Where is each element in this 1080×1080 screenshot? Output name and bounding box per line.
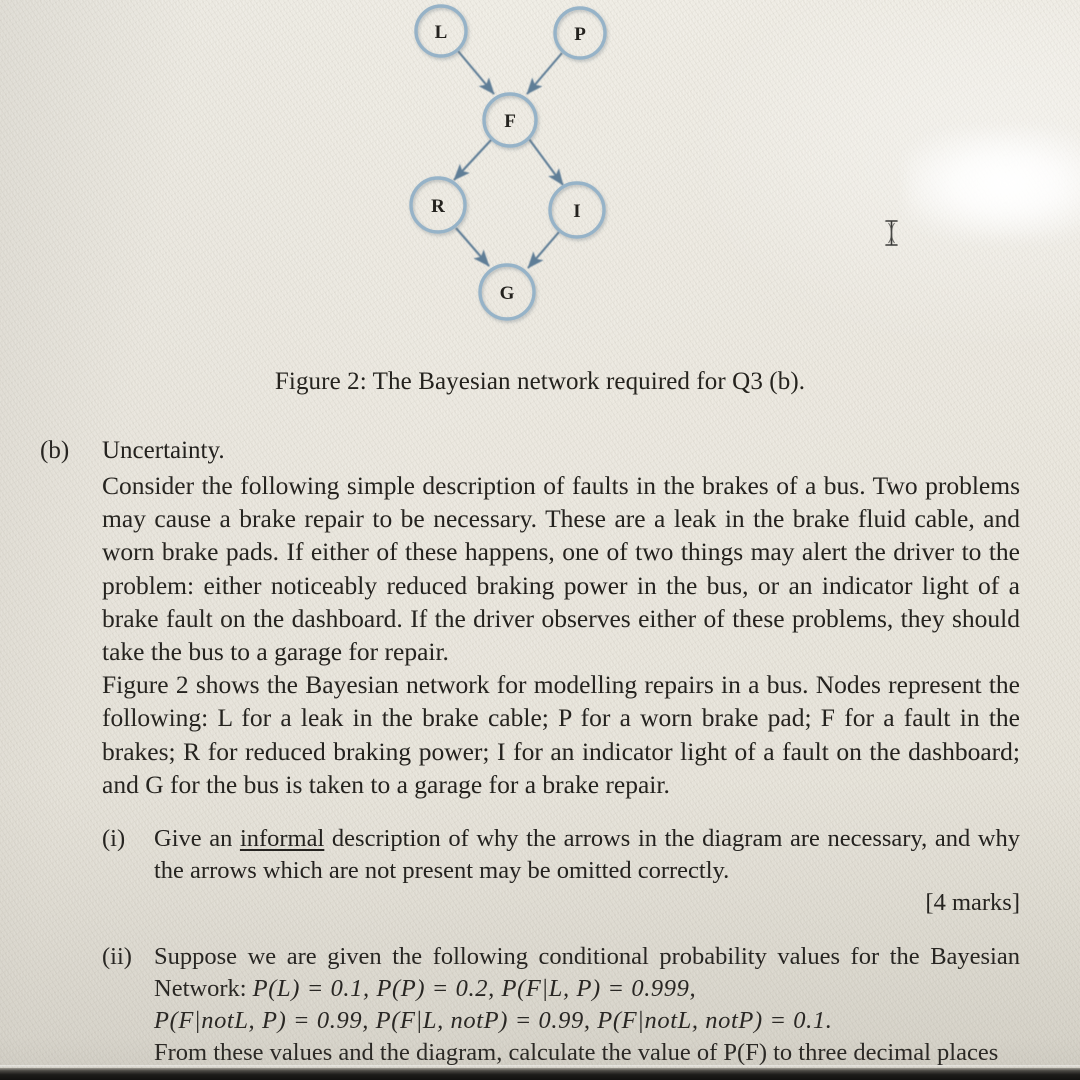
node-label-I: I [573,201,580,222]
edge-I-G [527,231,560,269]
subquestion-ii-body: Suppose we are given the following condi… [154,941,1020,1080]
subquestion-i-body: Give an informal description of why the … [154,823,1020,919]
edge-group [453,50,564,269]
edge-L-F [457,50,495,95]
node-label-G: G [500,283,515,304]
bayesian-network-svg: L P F R I G [409,4,607,321]
edge-F-I [528,138,564,186]
part-b-marker: (b) [40,437,70,464]
bayesian-network-figure: L P F R I G [0,0,1080,340]
subquestion-i-underlined-word: informal [239,825,325,853]
subquestion-ii-label: (ii) [102,943,132,971]
edge-P-F [526,52,563,95]
page-bottom-edge [0,1068,1080,1080]
photographed-exam-page: L P F R I G Figure 2: The Bayesian netwo… [0,0,1080,1080]
subquestion-i-label: (i) [102,825,126,853]
edge-R-G [455,227,490,267]
subquestion-i-marks: [4 marks] [925,889,1020,917]
part-b-heading: (b) Uncertainty. [40,437,1040,465]
edge-F-R [453,138,493,181]
node-label-P: P [574,24,586,45]
subquestion-i-text-before: Give an [154,825,240,853]
node-label-R: R [431,196,445,217]
node-group [409,4,607,321]
subquestion-ii-math-line-1: P(L) = 0.1, P(P) = 0.2, P(F|L, P) = 0.99… [252,975,697,1003]
figure-caption: Figure 2: The Bayesian network required … [274,368,806,395]
question-part-b: (b) Uncertainty. Consider the following … [40,437,1040,1080]
subquestion-ii: (ii) Suppose we are given the following … [102,941,1020,1080]
paragraph-network-key: Figure 2 shows the Bayesian network for … [102,670,1020,799]
subquestion-ii-math-line-2: P(F|notL, P) = 0.99, P(F|L, notP) = 0.99… [154,1007,833,1035]
subquestion-i: (i) Give an informal description of why … [102,823,1020,919]
node-label-L: L [435,22,448,43]
part-b-title: Uncertainty. [102,437,225,464]
paragraph-scenario: Consider the following simple descriptio… [102,471,1020,667]
node-label-F: F [504,111,516,132]
node-label-group: L P F R I G [431,22,586,304]
